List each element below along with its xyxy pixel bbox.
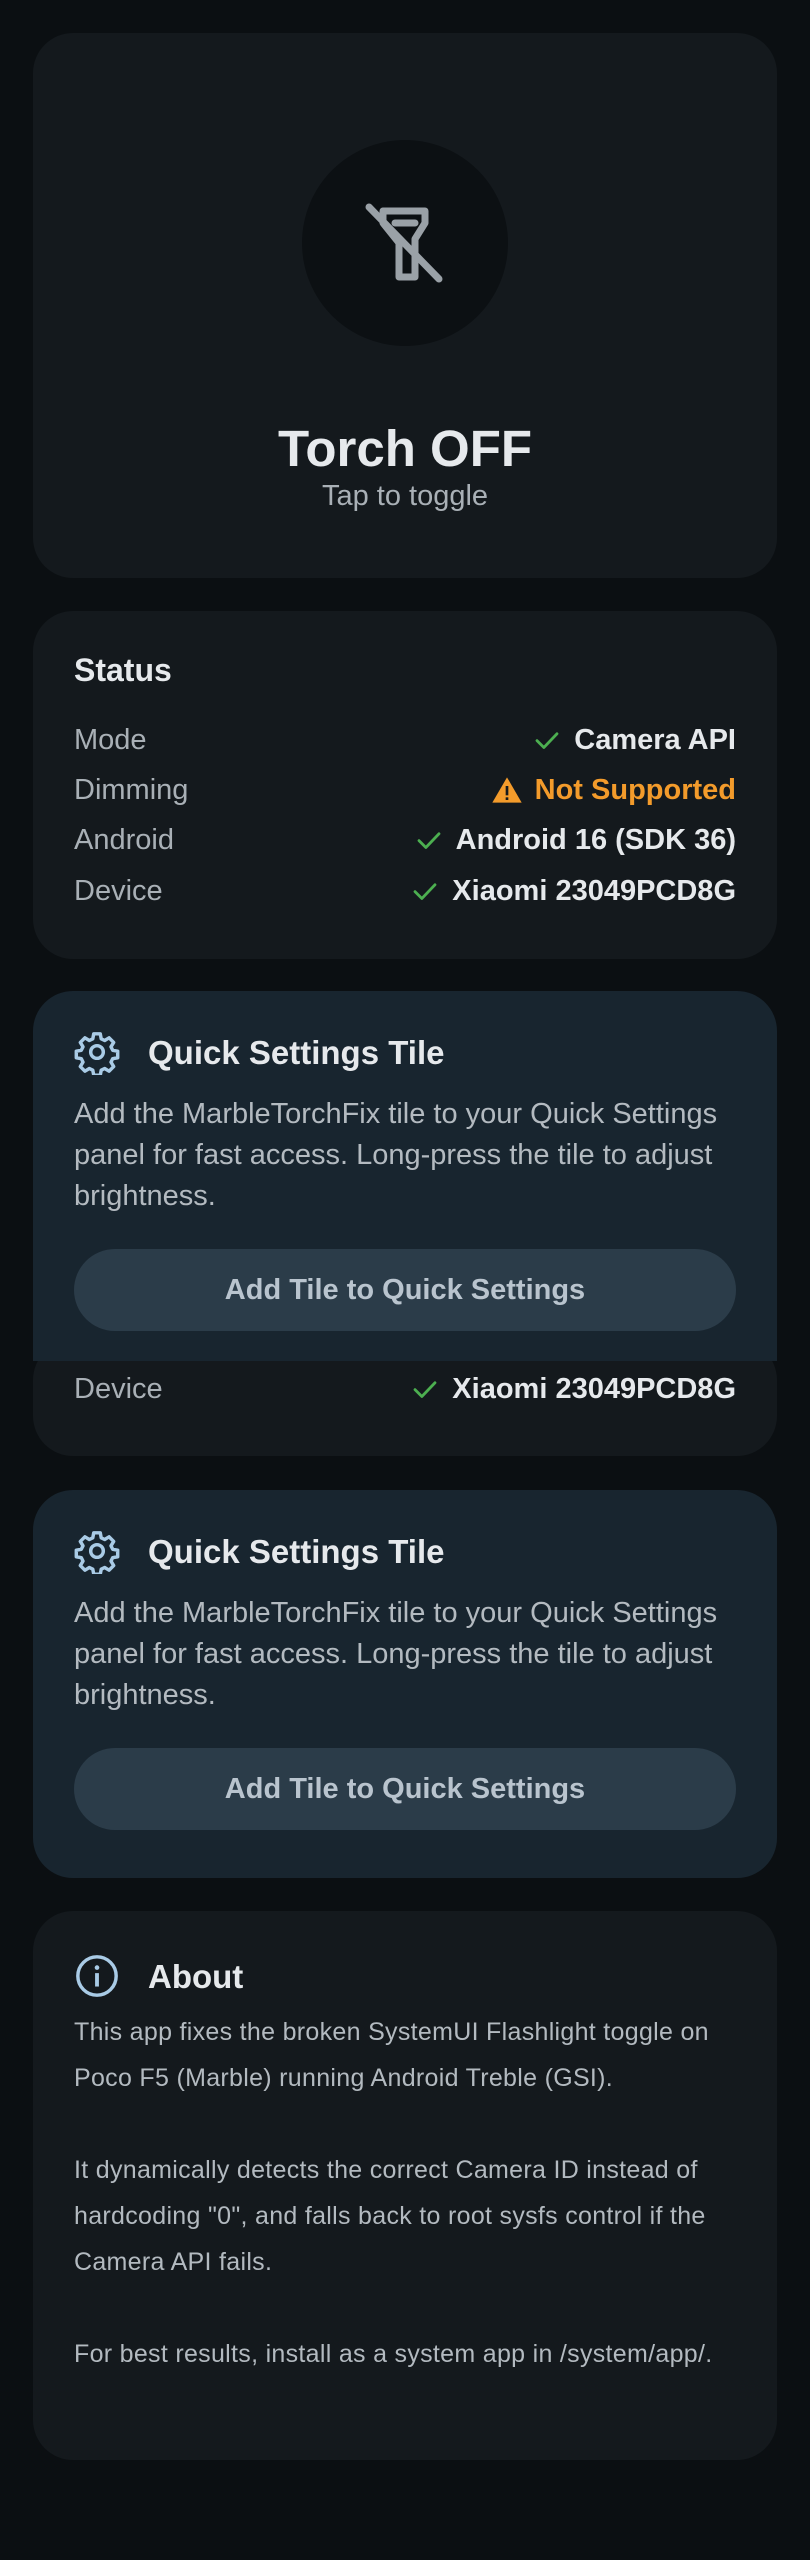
- status-card: Status Mode Camera API Dimming Not Suppo…: [33, 611, 777, 959]
- status-row-device: Device Xiaomi 23049PCD8G: [74, 1369, 736, 1409]
- status-row-mode: Mode Camera API: [74, 720, 736, 760]
- about-title: About: [148, 1958, 244, 1995]
- status-row-android: Android Android 16 (SDK 36): [74, 820, 736, 860]
- torch-toggle-button[interactable]: [302, 140, 508, 346]
- status-value: Not Supported: [491, 770, 736, 810]
- about-paragraph: For best results, install as a system ap…: [74, 2340, 713, 2368]
- status-value: Camera API: [532, 720, 736, 760]
- status-value-text: Xiaomi 23049PCD8G: [452, 875, 736, 907]
- check-icon: [413, 1381, 437, 1398]
- info-icon: [76, 1955, 118, 1997]
- status-label: Mode: [74, 724, 147, 756]
- status-label: Dimming: [74, 774, 189, 806]
- status-title: Status: [74, 652, 172, 688]
- quick-settings-title: Quick Settings Tile: [148, 1034, 445, 1071]
- about-card: About This app fixes the broken SystemUI…: [33, 1911, 777, 2460]
- add-tile-button[interactable]: Add Tile to Quick Settings: [74, 1249, 736, 1331]
- flashlight-off-icon: [365, 203, 443, 283]
- quick-settings-title: Quick Settings Tile: [148, 1533, 445, 1570]
- status-label: Android: [74, 824, 174, 856]
- about-paragraph: It dynamically detects the correct Camer…: [74, 2156, 706, 2276]
- quick-settings-description: Add the MarbleTorchFix tile to your Quic…: [74, 1597, 718, 1711]
- status-label: Device: [74, 875, 163, 907]
- torch-status-title: Torch OFF: [277, 420, 533, 477]
- quick-settings-description: Add the MarbleTorchFix tile to your Quic…: [74, 1098, 718, 1212]
- gear-icon: [74, 1531, 120, 1574]
- check-icon: [417, 832, 440, 849]
- status-row-dimming: Dimming Not Supported: [74, 770, 736, 810]
- torch-hint: Tap to toggle: [321, 480, 489, 512]
- quick-settings-card: Quick Settings Tile Add the MarbleTorchF…: [33, 1490, 777, 1878]
- torch-card: Torch OFF Tap to toggle: [33, 33, 777, 578]
- status-value: Xiaomi 23049PCD8G: [410, 1369, 736, 1409]
- status-value-text: Android 16 (SDK 36): [455, 824, 736, 856]
- status-value: Android 16 (SDK 36): [414, 820, 736, 860]
- quick-settings-card: Quick Settings Tile Add the MarbleTorchF…: [33, 991, 777, 1361]
- check-icon: [413, 883, 437, 900]
- status-value-text: Xiaomi 23049PCD8G: [452, 1373, 736, 1405]
- warning-icon: [491, 777, 522, 803]
- status-label: Device: [74, 1373, 163, 1405]
- status-row-device: Device Xiaomi 23049PCD8G: [74, 871, 736, 911]
- status-value: Xiaomi 23049PCD8G: [410, 871, 736, 911]
- add-tile-button[interactable]: Add Tile to Quick Settings: [74, 1748, 736, 1830]
- about-paragraph: This app fixes the broken SystemUI Flash…: [74, 2018, 709, 2092]
- gear-icon: [74, 1032, 120, 1075]
- status-value-text: Not Supported: [534, 774, 736, 806]
- check-icon: [535, 732, 559, 749]
- status-value-text: Camera API: [574, 724, 736, 756]
